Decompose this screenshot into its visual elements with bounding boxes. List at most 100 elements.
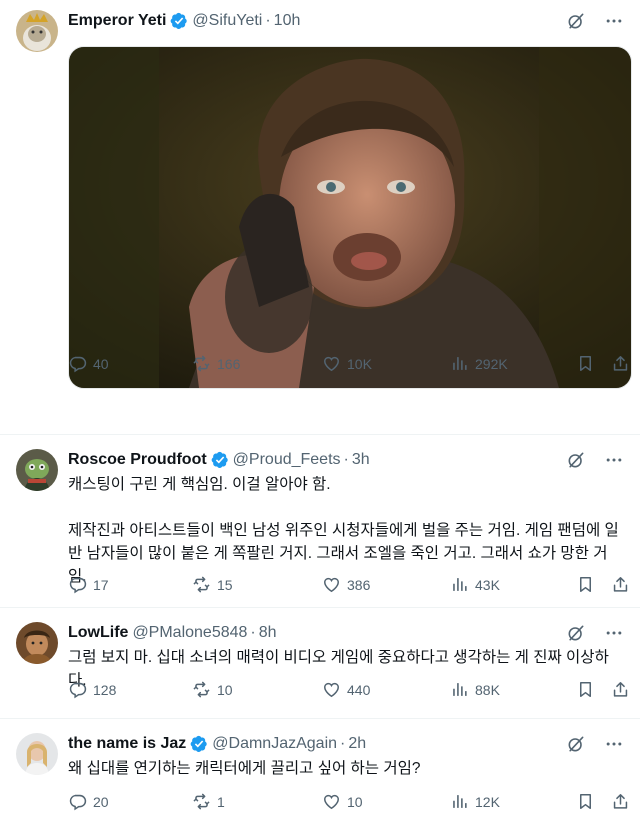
retweet-count: 15 xyxy=(217,576,233,593)
reply-icon xyxy=(68,575,87,594)
bookmark-icon[interactable] xyxy=(576,354,595,373)
tweet-header: LowLife @PMalone5848 · 8h xyxy=(68,622,624,644)
heart-icon xyxy=(322,792,341,811)
retweet-button[interactable]: 15 xyxy=(192,575,233,594)
verified-badge-icon xyxy=(190,735,208,753)
like-button[interactable]: 440 xyxy=(322,680,370,699)
bookmark-icon[interactable] xyxy=(576,680,595,699)
bookmark-icon[interactable] xyxy=(576,792,595,811)
tweet[interactable]: Roscoe Proudfoot @Proud_Feets · 3h 캐스팅이 … xyxy=(0,435,640,608)
timestamp[interactable]: 3h xyxy=(352,451,370,469)
views-button[interactable]: 43K xyxy=(450,575,500,594)
retweet-count: 166 xyxy=(217,355,241,372)
view-count: 292K xyxy=(475,355,508,372)
timestamp[interactable]: 10h xyxy=(274,12,301,30)
author-handle[interactable]: @SifuYeti xyxy=(192,12,262,30)
reply-count: 40 xyxy=(93,355,109,372)
verified-badge-icon xyxy=(211,451,229,469)
timestamp[interactable]: 2h xyxy=(348,735,366,753)
tweet-image-illustration xyxy=(69,47,631,388)
tweet[interactable]: LowLife @PMalone5848 · 8h 그럼 보지 마. 십대 소녀… xyxy=(0,608,640,719)
retweet-icon xyxy=(192,680,211,699)
separator-dot: · xyxy=(250,624,256,641)
reply-button[interactable]: 128 xyxy=(68,680,116,699)
tweet-actions: 40 166 10K 292K xyxy=(68,354,630,376)
reply-count: 20 xyxy=(93,793,109,810)
views-icon xyxy=(450,575,469,594)
views-button[interactable]: 12K xyxy=(450,792,500,811)
grok-icon[interactable] xyxy=(566,734,586,754)
tweet-actions: 17 15 386 43K xyxy=(68,575,630,597)
retweet-icon xyxy=(192,354,211,373)
reply-count: 128 xyxy=(93,681,117,698)
more-icon[interactable] xyxy=(604,11,624,31)
timestamp[interactable]: 8h xyxy=(259,624,277,642)
avatar[interactable] xyxy=(16,449,58,491)
tweet-paragraph: 왜 십대를 연기하는 캐릭터에게 끌리고 싶어 하는 거임? xyxy=(68,760,421,777)
separator-dot: · xyxy=(265,12,271,29)
reply-button[interactable]: 20 xyxy=(68,792,109,811)
views-icon xyxy=(450,792,469,811)
share-icon[interactable] xyxy=(611,575,630,594)
reply-button[interactable]: 40 xyxy=(68,354,109,373)
tweet-header: the name is Jaz @DamnJazAgain · 2h xyxy=(68,733,624,755)
more-icon[interactable] xyxy=(604,450,624,470)
author-name[interactable]: the name is Jaz xyxy=(68,735,186,753)
author-name[interactable]: LowLife xyxy=(68,624,128,642)
reply-count: 17 xyxy=(93,576,109,593)
tweet-actions: 20 1 10 12K xyxy=(68,792,630,814)
view-count: 88K xyxy=(475,681,500,698)
tweet[interactable]: Emperor Yeti @SifuYeti · 10h 40 166 10K … xyxy=(0,0,640,435)
grok-icon[interactable] xyxy=(566,11,586,31)
reply-button[interactable]: 17 xyxy=(68,575,109,594)
retweet-icon xyxy=(192,792,211,811)
grok-icon[interactable] xyxy=(566,450,586,470)
like-button[interactable]: 386 xyxy=(322,575,370,594)
retweet-count: 10 xyxy=(217,681,233,698)
view-count: 43K xyxy=(475,576,500,593)
view-count: 12K xyxy=(475,793,500,810)
avatar[interactable] xyxy=(16,622,58,664)
tweet-text: 캐스팅이 구린 게 핵심임. 이걸 알아야 함. 제작진과 아티스트들이 백인 … xyxy=(68,473,622,588)
tweet-header: Emperor Yeti @SifuYeti · 10h xyxy=(68,10,624,32)
heart-icon xyxy=(322,680,341,699)
grok-icon[interactable] xyxy=(566,623,586,643)
like-count: 440 xyxy=(347,681,371,698)
retweet-count: 1 xyxy=(217,793,225,810)
more-icon[interactable] xyxy=(604,623,624,643)
share-icon[interactable] xyxy=(611,354,630,373)
views-button[interactable]: 292K xyxy=(450,354,508,373)
author-handle[interactable]: @PMalone5848 xyxy=(132,624,247,642)
tweet-image[interactable] xyxy=(68,46,632,389)
views-button[interactable]: 88K xyxy=(450,680,500,699)
retweet-button[interactable]: 10 xyxy=(192,680,233,699)
views-icon xyxy=(450,680,469,699)
reply-icon xyxy=(68,680,87,699)
tweet-text: 왜 십대를 연기하는 캐릭터에게 끌리고 싶어 하는 거임? xyxy=(68,757,622,780)
author-handle[interactable]: @Proud_Feets xyxy=(233,451,341,469)
retweet-button[interactable]: 166 xyxy=(192,354,240,373)
author-name[interactable]: Roscoe Proudfoot xyxy=(68,451,207,469)
like-button[interactable]: 10 xyxy=(322,792,363,811)
like-count: 10K xyxy=(347,355,372,372)
bookmark-icon[interactable] xyxy=(576,575,595,594)
author-handle[interactable]: @DamnJazAgain xyxy=(212,735,337,753)
separator-dot: · xyxy=(343,451,349,468)
like-button[interactable]: 10K xyxy=(322,354,372,373)
author-name[interactable]: Emperor Yeti xyxy=(68,12,166,30)
heart-icon xyxy=(322,575,341,594)
like-count: 386 xyxy=(347,576,371,593)
share-icon[interactable] xyxy=(611,792,630,811)
avatar[interactable] xyxy=(16,733,58,775)
retweet-button[interactable]: 1 xyxy=(192,792,225,811)
avatar[interactable] xyxy=(16,10,58,52)
tweet-paragraph: 캐스팅이 구린 게 핵심임. 이걸 알아야 함. xyxy=(68,476,331,493)
heart-icon xyxy=(322,354,341,373)
reply-icon xyxy=(68,792,87,811)
more-icon[interactable] xyxy=(604,734,624,754)
tweet[interactable]: the name is Jaz @DamnJazAgain · 2h 왜 십대를… xyxy=(0,719,640,819)
verified-badge-icon xyxy=(170,12,188,30)
share-icon[interactable] xyxy=(611,680,630,699)
reply-icon xyxy=(68,354,87,373)
views-icon xyxy=(450,354,469,373)
